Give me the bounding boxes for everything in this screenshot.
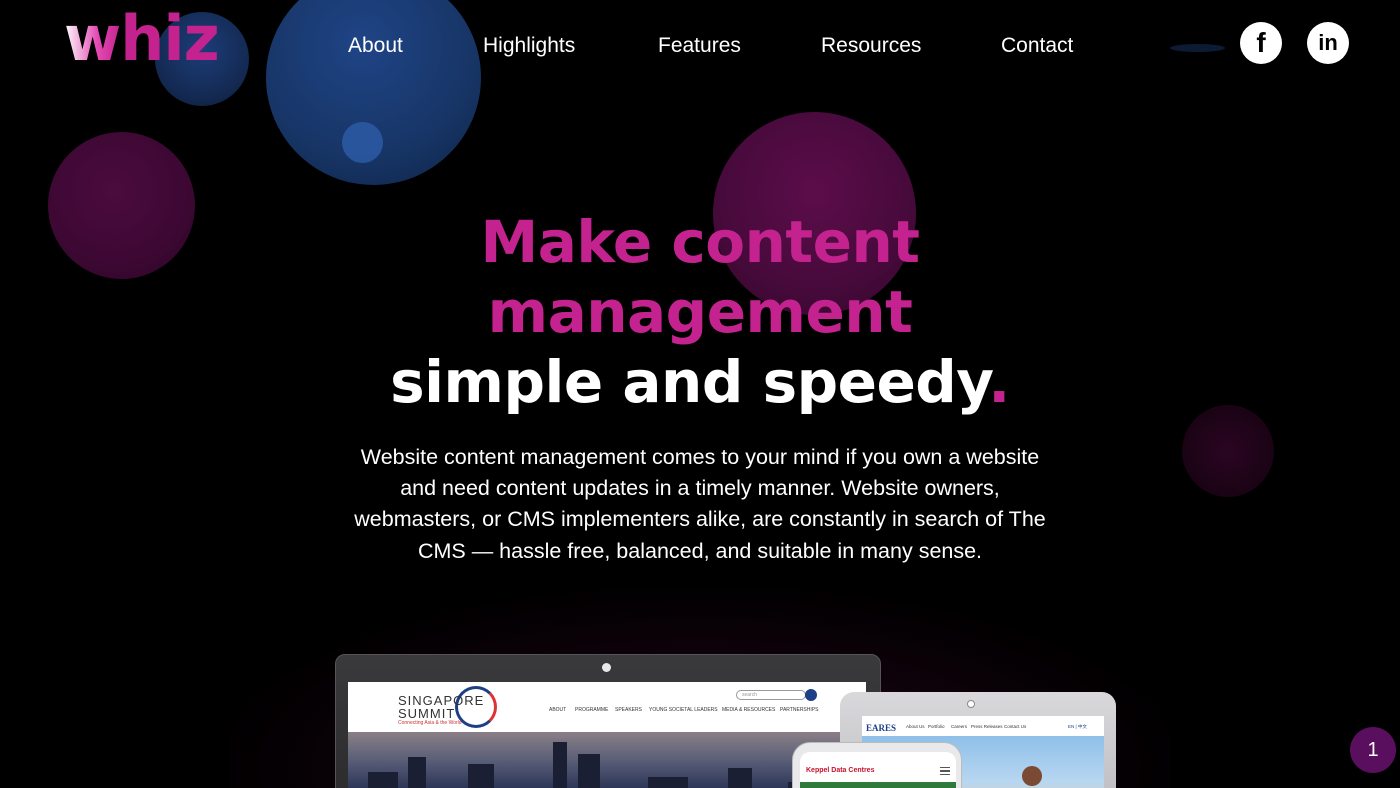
laptop-screen: SINGAPORE SUMMIT Connecting Asia & the W… bbox=[348, 682, 866, 788]
hero-description: Website content management comes to your… bbox=[354, 445, 1046, 563]
mock-nav-item: Contact Us bbox=[1004, 724, 1027, 729]
hero-title-dot: . bbox=[988, 348, 1010, 416]
mock-phone-hero-image bbox=[800, 782, 956, 788]
nav-features[interactable]: Features bbox=[658, 34, 741, 58]
mock-tablet-lang: EN | 中文 bbox=[1068, 724, 1087, 729]
decorative-bubble bbox=[342, 122, 383, 163]
hero-title-line-3-text: simple and speedy bbox=[390, 348, 989, 416]
nav-highlights[interactable]: Highlights bbox=[483, 34, 575, 58]
hero-title-line-1: Make content bbox=[480, 208, 921, 276]
linkedin-icon[interactable]: in bbox=[1307, 22, 1349, 64]
decorative-bubble bbox=[1182, 405, 1274, 497]
phone-screen: Keppel Data Centres bbox=[800, 752, 956, 788]
mock-site-tagline: Connecting Asia & the World bbox=[398, 720, 462, 726]
mock-nav-item: PROGRAMME bbox=[575, 707, 609, 713]
mock-nav-item: About Us bbox=[906, 724, 925, 729]
mock-nav-item: Portfolio bbox=[928, 724, 945, 729]
facebook-icon[interactable]: f bbox=[1240, 22, 1282, 64]
mock-site-header: SINGAPORE SUMMIT Connecting Asia & the W… bbox=[348, 682, 866, 732]
mock-tablet-brand: EARES bbox=[866, 723, 897, 733]
mock-nav-item: MEDIA & RESOURCES bbox=[722, 707, 776, 713]
hamburger-menu-icon bbox=[940, 767, 950, 775]
mock-nav-item: SPEAKERS bbox=[615, 707, 642, 713]
nav-contact[interactable]: Contact bbox=[1001, 34, 1073, 58]
phone-mockup: Keppel Data Centres bbox=[792, 742, 962, 788]
nav-resources[interactable]: Resources bbox=[821, 34, 921, 58]
mock-nav-item: Press Releases bbox=[971, 724, 1003, 729]
mock-search-icon bbox=[805, 689, 817, 701]
mock-site-search: search bbox=[736, 690, 806, 700]
hero-title-line-2: management bbox=[487, 278, 913, 346]
laptop-camera bbox=[602, 663, 611, 672]
tablet-camera bbox=[967, 700, 975, 708]
mock-nav-item: ABOUT bbox=[549, 707, 567, 713]
nav-about[interactable]: About bbox=[348, 34, 403, 58]
main-nav: About Highlights Features Resources Cont… bbox=[0, 34, 1400, 60]
mock-site-logo: SINGAPORE SUMMIT bbox=[398, 693, 485, 721]
page-indicator-badge[interactable]: 1 bbox=[1350, 727, 1396, 773]
hero-title-line-3: simple and speedy. bbox=[0, 347, 1400, 417]
mock-nav-item: YOUNG SOCIETAL LEADERS bbox=[649, 707, 718, 713]
mock-nav-item: PARTNERSHIPS bbox=[780, 707, 819, 713]
mock-site-hero-image bbox=[348, 732, 866, 788]
mock-nav-item: Careers bbox=[951, 724, 968, 729]
mock-phone-brand: Keppel Data Centres bbox=[806, 767, 875, 774]
